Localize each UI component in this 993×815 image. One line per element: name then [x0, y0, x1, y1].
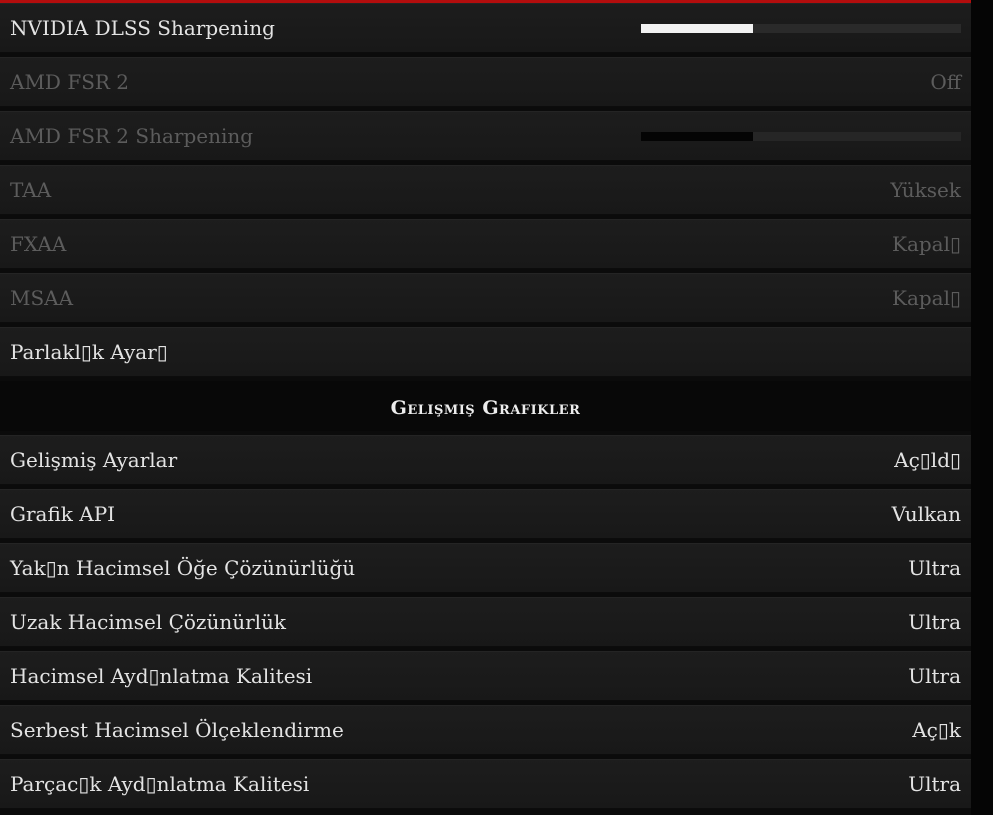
setting-row-amd-fsr2[interactable]: AMD FSR 2 Off — [0, 57, 971, 107]
setting-value: Aç▯k — [912, 718, 961, 742]
setting-value: Ultra — [908, 772, 961, 796]
setting-row-amd-fsr2-sharpening[interactable]: AMD FSR 2 Sharpening — [0, 111, 971, 161]
slider-fill — [641, 24, 753, 33]
setting-label: Serbest Hacimsel Ölçeklendirme — [10, 718, 344, 742]
setting-label: MSAA — [10, 286, 74, 310]
setting-row-fxaa[interactable]: FXAA Kapal▯ — [0, 219, 971, 269]
setting-row-advanced-settings[interactable]: Gelişmiş Ayarlar Aç▯ld▯ — [0, 435, 971, 485]
setting-label: AMD FSR 2 Sharpening — [10, 124, 254, 148]
section-header-advanced-graphics: Gelişmiş Grafikler — [0, 381, 971, 431]
slider-fill — [641, 132, 753, 141]
setting-value: Ultra — [908, 556, 961, 580]
setting-label: Hacimsel Ayd▯nlatma Kalitesi — [10, 664, 313, 688]
dlss-sharpening-slider[interactable] — [641, 24, 961, 33]
setting-row-particle-lighting-quality[interactable]: Parçac▯k Ayd▯nlatma Kalitesi Ultra — [0, 759, 971, 809]
setting-label: AMD FSR 2 — [10, 70, 130, 94]
setting-label: Parçac▯k Ayd▯nlatma Kalitesi — [10, 772, 310, 796]
setting-row-near-volumetric-resolution[interactable]: Yak▯n Hacimsel Öğe Çözünürlüğü Ultra — [0, 543, 971, 593]
setting-value: Kapal▯ — [892, 286, 961, 310]
graphics-settings-list: NVIDIA DLSS Sharpening AMD FSR 2 Off AMD… — [0, 0, 971, 813]
setting-label: NVIDIA DLSS Sharpening — [10, 16, 275, 40]
setting-value: Vulkan — [891, 502, 961, 526]
setting-value: Aç▯ld▯ — [894, 448, 961, 472]
setting-row-taa[interactable]: TAA Yüksek — [0, 165, 971, 215]
setting-label: FXAA — [10, 232, 67, 256]
setting-value: Kapal▯ — [892, 232, 961, 256]
setting-value: Ultra — [908, 664, 961, 688]
setting-value: Yüksek — [890, 178, 961, 202]
setting-label: TAA — [10, 178, 52, 202]
setting-label: Yak▯n Hacimsel Öğe Çözünürlüğü — [10, 556, 356, 580]
setting-label: Parlakl▯k Ayar▯ — [10, 340, 168, 364]
setting-label: Uzak Hacimsel Çözünürlük — [10, 610, 287, 634]
fsr2-sharpening-slider[interactable] — [641, 132, 961, 141]
setting-row-unlocked-volumetric-scaling[interactable]: Serbest Hacimsel Ölçeklendirme Aç▯k — [0, 705, 971, 755]
setting-value: Ultra — [908, 610, 961, 634]
scroll-edge — [971, 0, 993, 815]
setting-label: Grafik API — [10, 502, 116, 526]
setting-row-far-volumetric-resolution[interactable]: Uzak Hacimsel Çözünürlük Ultra — [0, 597, 971, 647]
setting-value: Off — [930, 70, 961, 94]
section-title: Gelişmiş Grafikler — [390, 397, 581, 419]
setting-row-volumetric-lighting-quality[interactable]: Hacimsel Ayd▯nlatma Kalitesi Ultra — [0, 651, 971, 701]
setting-row-msaa[interactable]: MSAA Kapal▯ — [0, 273, 971, 323]
setting-label: Gelişmiş Ayarlar — [10, 448, 178, 472]
setting-row-dlss-sharpening[interactable]: NVIDIA DLSS Sharpening — [0, 3, 971, 53]
setting-row-graphics-api[interactable]: Grafik API Vulkan — [0, 489, 971, 539]
setting-row-brightness[interactable]: Parlakl▯k Ayar▯ — [0, 327, 971, 377]
